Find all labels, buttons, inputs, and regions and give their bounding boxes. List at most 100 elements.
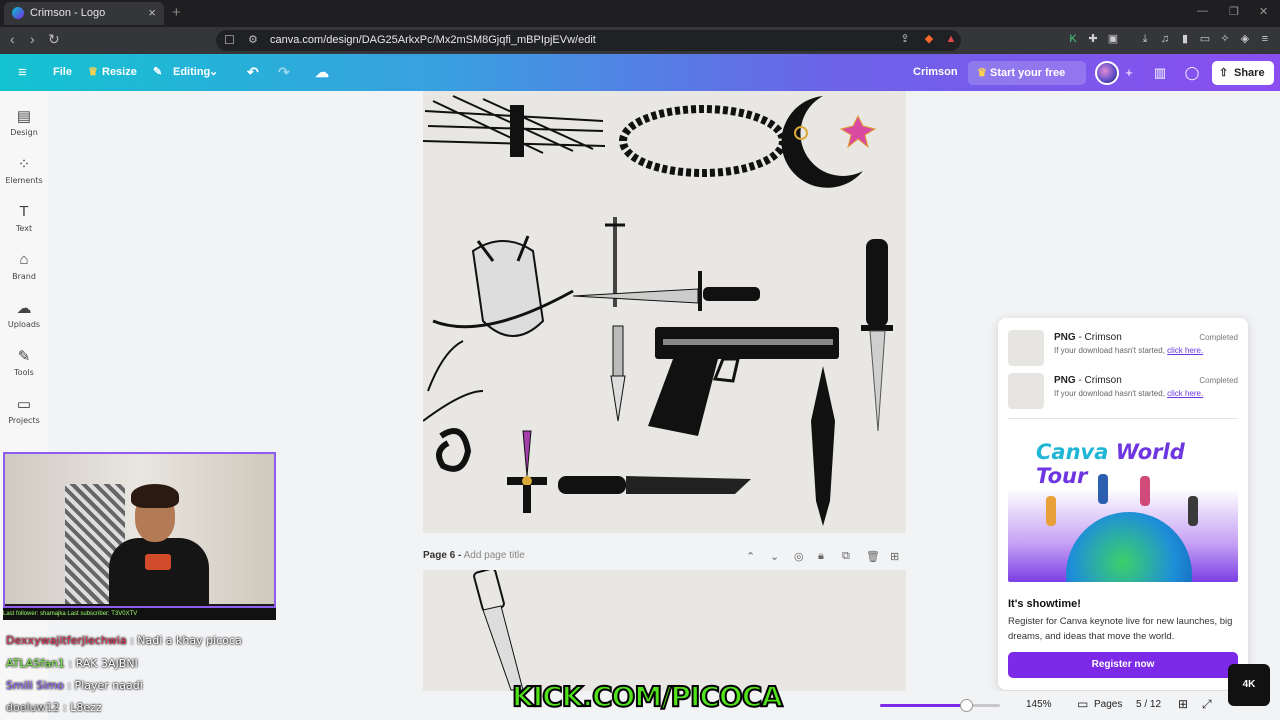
grid-view-icon[interactable]: ⊞ — [1178, 697, 1188, 711]
menu-icon[interactable]: ≡ — [1258, 32, 1272, 46]
retry-download-link[interactable]: click here. — [1167, 389, 1203, 398]
page-title-input[interactable]: Add page title — [464, 550, 525, 561]
crown-icon: ♛ — [88, 66, 98, 78]
document-title[interactable]: Crimson — [913, 54, 958, 91]
brave-shield-icon[interactable]: ◆ — [922, 32, 936, 46]
downloads-icon[interactable]: ⤓ — [1138, 32, 1152, 46]
url-field[interactable]: ☐ ⚙ canva.com/design/DAG25ArkxPc/Mx2mSM8… — [216, 30, 961, 51]
fullscreen-icon[interactable]: ⤢ — [1202, 697, 1212, 712]
page-number-label: Page 6 - — [423, 550, 462, 561]
insights-chart-icon[interactable]: ▥ — [1150, 63, 1170, 83]
browser-tab[interactable]: Crimson - Logo × — [4, 2, 164, 25]
streamer-hair — [131, 484, 179, 508]
sidebar-item-label: Uploads — [7, 320, 41, 329]
add-page-icon[interactable]: ⊞ — [890, 550, 899, 563]
media-icon[interactable]: ♫ — [1158, 32, 1172, 46]
avatar[interactable] — [1095, 61, 1119, 85]
url-text: canva.com/design/DAG25ArkxPc/Mx2mSM8Gjqf… — [270, 34, 596, 46]
downloads-panel: PNG - Crimson Completed If your download… — [998, 318, 1248, 690]
chevron-down-icon[interactable]: ⌄ — [209, 54, 218, 91]
hamburger-menu-icon[interactable]: ≡ — [18, 54, 27, 91]
back-icon[interactable]: ‹ — [10, 31, 15, 47]
sidebar-item-brand[interactable]: ⌂ Brand — [0, 247, 48, 293]
retry-download-link[interactable]: click here. — [1167, 346, 1203, 355]
browser-address-bar: ‹ › ↻ ☐ ⚙ canva.com/design/DAG25ArkxPc/M… — [0, 27, 1280, 54]
maximize-icon[interactable]: ❐ — [1229, 5, 1239, 18]
chevron-down-icon[interactable]: ⌄ — [770, 550, 779, 563]
vpn-icon[interactable]: ◈ — [1238, 32, 1252, 46]
redo-icon[interactable]: ↷ — [278, 54, 290, 91]
star-graphic — [839, 114, 877, 149]
small-dagger-graphic — [610, 325, 626, 422]
zoom-level[interactable]: 145% — [1026, 699, 1052, 710]
undo-icon[interactable]: ↶ — [247, 54, 259, 91]
sword-hilt-graphic — [473, 570, 524, 691]
add-collaborator-icon[interactable]: + — [1119, 63, 1139, 83]
left-sidebar: ▤ Design ⁘ Elements T Text ⌂ Brand ☁ Upl… — [0, 91, 48, 720]
share-label: Share — [1234, 67, 1265, 79]
duplicate-page-icon[interactable]: ⧉ — [842, 550, 850, 563]
shirt-logo — [145, 554, 171, 570]
tab-close-icon[interactable]: × — [148, 5, 156, 20]
register-now-button[interactable]: Register now — [1008, 652, 1238, 678]
new-tab-icon[interactable]: + — [172, 4, 181, 21]
chevron-up-icon[interactable]: ⌃ — [746, 550, 755, 563]
download-item: PNG - Crimson Completed If your download… — [1008, 328, 1238, 368]
sidebar-item-elements[interactable]: ⁘ Elements — [0, 151, 48, 197]
sidebar-item-label: Design — [10, 128, 38, 137]
sidebar-item-projects[interactable]: ▭ Projects — [0, 391, 48, 437]
snake-logo-graphic — [436, 428, 472, 472]
screenshot-icon[interactable]: ▣ — [1106, 32, 1120, 46]
divider — [1008, 418, 1238, 419]
sidebar-icon[interactable]: ▮ — [1178, 32, 1192, 46]
minimize-icon[interactable]: — — [1197, 5, 1208, 17]
sidebar-item-tools[interactable]: ✎ Tools — [0, 343, 48, 389]
extension-k-icon[interactable]: K — [1066, 32, 1080, 46]
wallet-icon[interactable]: ▭ — [1198, 32, 1212, 46]
zoom-slider[interactable] — [880, 699, 1000, 712]
tools-icon: ✎ — [17, 348, 31, 365]
editing-mode-button[interactable]: Editing — [173, 54, 210, 91]
sidebar-item-design[interactable]: ▤ Design — [0, 103, 48, 149]
design-page[interactable] — [423, 91, 906, 533]
design-icon: ▤ — [16, 108, 32, 125]
window-close-icon[interactable]: ✕ — [1259, 5, 1268, 18]
lock-icon[interactable]: 🔒︎ — [818, 550, 824, 563]
sidebar-item-text[interactable]: T Text — [0, 199, 48, 245]
pages-icon: ▭ — [1077, 697, 1089, 711]
hide-page-icon[interactable]: ◎ — [794, 550, 804, 563]
share-button[interactable]: ⇧ Share — [1212, 61, 1274, 85]
canva-world-tour-banner[interactable]: Canva World Tour — [1008, 426, 1238, 582]
brave-rewards-icon[interactable]: ▲ — [944, 32, 958, 46]
pages-button[interactable]: Pages — [1094, 699, 1122, 710]
delete-page-icon[interactable]: 🗑︎ — [866, 550, 880, 563]
start-trial-button[interactable]: ♛ Start your free trial — [968, 61, 1086, 103]
horizontal-dagger-graphic — [572, 271, 760, 311]
chat-message: Dexxywajitferjlechwia : Nadi a khay pico… — [6, 634, 242, 647]
extensions-icon[interactable]: ✚ — [1086, 32, 1100, 46]
site-info-icon[interactable]: ⚙ — [248, 33, 258, 46]
page-artwork — [473, 570, 524, 691]
design-page[interactable] — [423, 570, 906, 692]
resize-button[interactable]: Resize — [102, 54, 137, 91]
4k-badge: 4K — [1228, 664, 1270, 706]
tab-title: Crimson - Logo — [30, 7, 106, 19]
sidebar-item-uploads[interactable]: ☁ Uploads — [0, 295, 48, 341]
brand-icon: ⌂ — [19, 251, 29, 268]
comment-icon[interactable]: ◯ — [1182, 63, 1202, 83]
upload-share-icon: ⇧ — [1219, 67, 1229, 79]
file-menu-button[interactable]: File — [53, 54, 72, 91]
combat-knife-graphic — [861, 239, 893, 432]
leo-ai-icon[interactable]: ✧ — [1218, 32, 1232, 46]
zoom-slider-handle[interactable] — [960, 699, 974, 712]
globe-graphic — [1066, 512, 1192, 582]
forward-icon[interactable]: › — [30, 31, 35, 47]
promo-title: Canva World Tour — [1036, 440, 1185, 488]
stream-url-overlay: KICK.COM/PICOCA — [511, 679, 784, 714]
share-page-icon[interactable]: ⇪ — [898, 32, 912, 46]
stream-info-strip: Last follower: shamajka Last subscriber:… — [3, 608, 276, 620]
download-status: Completed — [1199, 376, 1238, 385]
reload-icon[interactable]: ↻ — [48, 31, 60, 48]
bookmark-icon[interactable]: ☐ — [224, 33, 235, 47]
cloud-saved-icon[interactable]: ☁ — [315, 54, 329, 91]
